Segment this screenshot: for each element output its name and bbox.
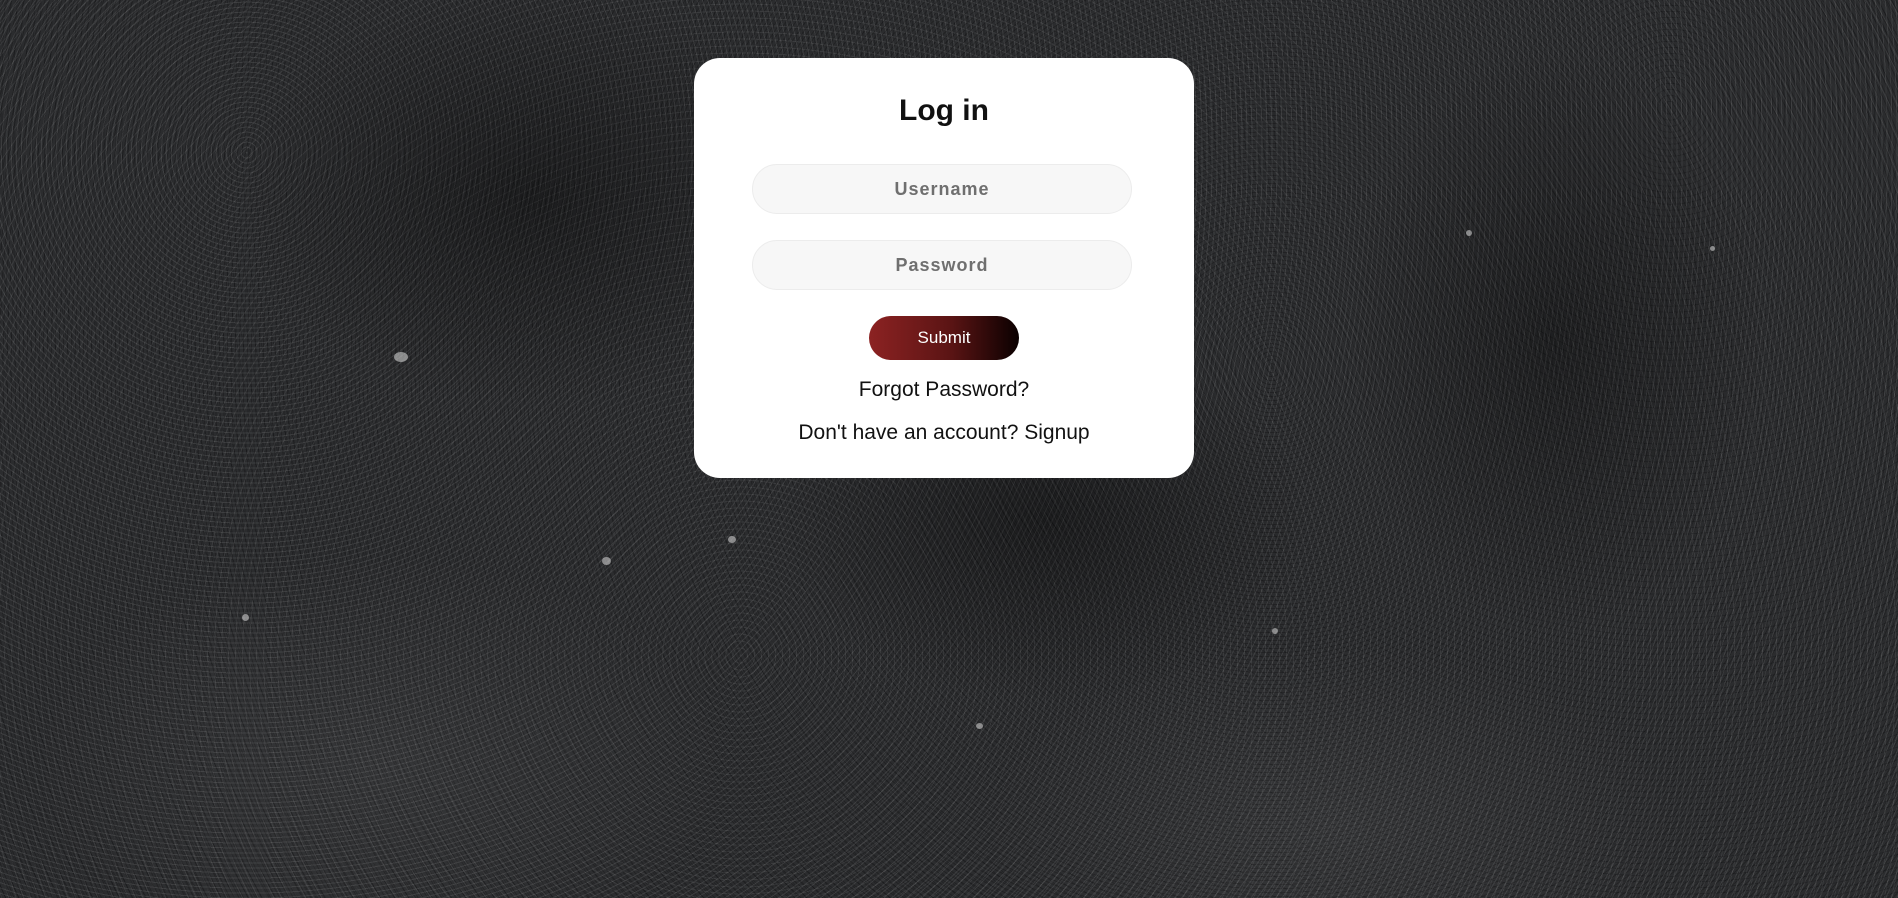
password-input[interactable] (752, 240, 1132, 290)
login-title: Log in (899, 94, 989, 127)
signup-prompt-text: Don't have an account? (798, 421, 1019, 444)
login-card: Log in Submit Forgot Password? Don't hav… (694, 58, 1194, 478)
sand-speck (1710, 246, 1715, 251)
forgot-password-link[interactable]: Forgot Password? (694, 378, 1194, 402)
username-input[interactable] (752, 164, 1132, 214)
sand-speck (728, 536, 736, 543)
sand-speck (1272, 628, 1278, 634)
sand-speck (242, 614, 249, 621)
sand-speck (394, 352, 408, 362)
sand-speck (602, 557, 611, 565)
submit-button[interactable]: Submit (869, 316, 1019, 360)
sand-background: { "login": { "title": "Log in", "usernam… (0, 0, 1898, 898)
sand-speck (1466, 230, 1472, 236)
signup-link[interactable]: Signup (1024, 421, 1089, 444)
sand-speck (976, 723, 983, 729)
signup-prompt-line: Don't have an account? Signup (694, 421, 1194, 445)
